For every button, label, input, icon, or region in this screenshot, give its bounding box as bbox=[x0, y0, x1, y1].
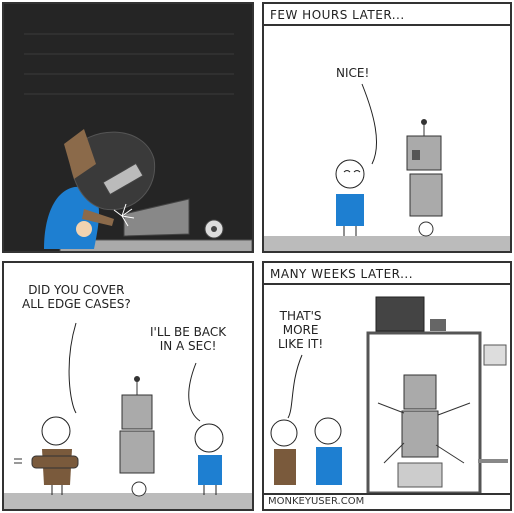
panel-welding bbox=[2, 2, 254, 253]
robot-head bbox=[403, 374, 437, 410]
person-head bbox=[194, 423, 224, 453]
tester-jacket bbox=[274, 449, 296, 485]
tester-head bbox=[41, 416, 71, 446]
monitor bbox=[375, 296, 425, 332]
robot-scene bbox=[264, 83, 510, 251]
site-credit: MONKEYUSER.COM bbox=[264, 493, 510, 509]
robot-wheel bbox=[131, 481, 147, 497]
speech-edge-cases: DID YOU COVER ALL EDGE CASES? bbox=[22, 283, 131, 311]
tester-head bbox=[270, 419, 298, 447]
camera-icon bbox=[430, 319, 446, 331]
fan-icon bbox=[483, 344, 507, 366]
speech-nice: NICE! bbox=[336, 66, 370, 80]
robot-wheel bbox=[418, 221, 434, 237]
person-shirt bbox=[198, 455, 222, 485]
robot-body bbox=[409, 173, 443, 217]
speech-more-like-it: THAT'S MORE LIKE IT! bbox=[278, 309, 324, 351]
person-shirt bbox=[316, 447, 342, 485]
panel-many-weeks-later: MANY WEEKS LATER... THAT'S MORE LIKE IT!… bbox=[262, 261, 512, 511]
person-shirt bbox=[336, 194, 364, 226]
speech-be-back: I'LL BE BACK IN A SEC! bbox=[150, 325, 227, 353]
caption-few-hours-later: FEW HOURS LATER... bbox=[264, 4, 510, 26]
contraption-scene bbox=[270, 296, 508, 495]
person-head bbox=[335, 159, 365, 189]
cannon bbox=[31, 455, 79, 469]
caption-many-weeks-later: MANY WEEKS LATER... bbox=[264, 263, 510, 285]
welding-scene bbox=[24, 33, 252, 251]
robot-cart bbox=[397, 462, 443, 488]
robot-head bbox=[121, 394, 153, 430]
panel-edge-cases: DID YOU COVER ALL EDGE CASES? I'LL BE BA… bbox=[2, 261, 254, 511]
side-shelf bbox=[478, 459, 508, 463]
robot-body bbox=[119, 430, 155, 474]
robot-body bbox=[401, 410, 439, 458]
person-head bbox=[314, 417, 342, 445]
panel-few-hours-later: FEW HOURS LATER... NICE! bbox=[262, 2, 512, 253]
comic-strip: FEW HOURS LATER... NICE! DID YOU COVER A… bbox=[0, 0, 514, 513]
